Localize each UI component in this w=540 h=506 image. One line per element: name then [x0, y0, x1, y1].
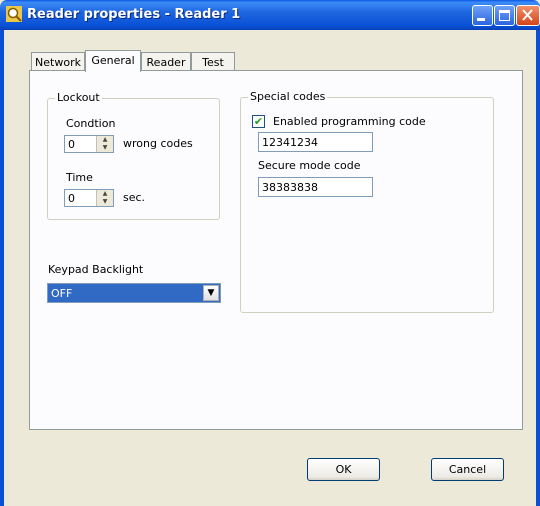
- window-frame-left: [0, 30, 4, 506]
- secure-mode-code-input[interactable]: 38383838: [258, 177, 373, 197]
- close-button[interactable]: [516, 5, 540, 26]
- cancel-button[interactable]: Cancel: [431, 458, 504, 481]
- chevron-down-icon[interactable]: ▼: [203, 285, 219, 301]
- tab-general[interactable]: General: [85, 50, 141, 72]
- close-icon: [522, 9, 533, 21]
- enabled-programming-checkbox[interactable]: ✔: [252, 115, 265, 128]
- time-spin-buttons[interactable]: ▲ ▼: [96, 190, 113, 206]
- window-title: Reader properties - Reader 1: [27, 7, 241, 22]
- special-codes-group: [240, 97, 494, 313]
- arrow-up-icon[interactable]: ▲: [97, 136, 113, 144]
- arrow-up-icon[interactable]: ▲: [97, 190, 113, 198]
- programming-code-input[interactable]: 12341234: [258, 132, 373, 152]
- tab-test[interactable]: Test: [191, 52, 235, 70]
- arrow-down-icon[interactable]: ▼: [97, 198, 113, 206]
- arrow-down-icon[interactable]: ▼: [97, 144, 113, 152]
- time-unit: sec.: [123, 191, 146, 204]
- minimize-icon: [477, 18, 485, 21]
- condition-value: 0: [68, 138, 75, 151]
- app-icon: [6, 6, 22, 22]
- ok-button[interactable]: OK: [307, 458, 380, 481]
- keypad-backlight-select[interactable]: OFF ▼: [47, 283, 221, 303]
- enabled-programming-label[interactable]: Enabled programming code: [273, 115, 426, 128]
- condition-unit: wrong codes: [123, 137, 193, 150]
- time-value: 0: [68, 192, 75, 205]
- maximize-icon: [499, 10, 510, 21]
- checkmark-icon: ✔: [253, 115, 264, 128]
- minimize-button[interactable]: [472, 5, 493, 26]
- condition-spinner[interactable]: 0 ▲ ▼: [64, 135, 114, 153]
- time-label: Time: [66, 171, 93, 184]
- condition-label: Condtion: [66, 117, 116, 130]
- lockout-legend: Lockout: [55, 91, 102, 104]
- keypad-backlight-label: Keypad Backlight: [48, 263, 144, 276]
- window-frame-right: [536, 30, 540, 506]
- reader-properties-window: Reader properties - Reader 1 Network Gen…: [0, 0, 540, 506]
- special-codes-legend: Special codes: [248, 90, 328, 103]
- keypad-backlight-value: OFF: [51, 287, 73, 300]
- maximize-button[interactable]: [494, 5, 515, 26]
- condition-spin-buttons[interactable]: ▲ ▼: [96, 136, 113, 152]
- time-spinner[interactable]: 0 ▲ ▼: [64, 189, 114, 207]
- secure-mode-label: Secure mode code: [258, 159, 361, 172]
- title-bar[interactable]: Reader properties - Reader 1: [0, 0, 540, 30]
- tab-network[interactable]: Network: [31, 52, 85, 70]
- tab-reader[interactable]: Reader: [141, 52, 191, 70]
